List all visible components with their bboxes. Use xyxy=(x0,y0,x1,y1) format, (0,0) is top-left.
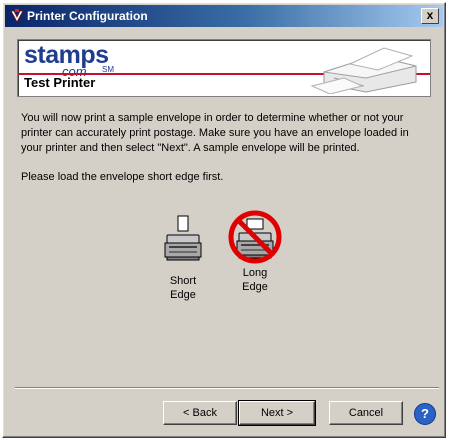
instructions-paragraph: You will now print a sample envelope in … xyxy=(21,112,409,154)
short-edge-option: Short Edge xyxy=(153,213,213,302)
page-title: Test Printer xyxy=(24,75,96,90)
stamps-com-logo: stamps com SM xyxy=(24,43,114,80)
printer-illustration xyxy=(310,47,417,94)
next-button[interactable]: Next > xyxy=(238,400,316,426)
title-bar[interactable]: Printer Configuration x xyxy=(5,5,443,27)
long-edge-option: Long Edge xyxy=(225,210,285,294)
stamps-app-icon xyxy=(10,9,24,23)
load-instruction-text: Please load the envelope short edge firs… xyxy=(21,171,224,183)
cancel-button[interactable]: Cancel xyxy=(329,401,403,425)
short-edge-label: Short Edge xyxy=(153,274,213,302)
long-edge-label: Long Edge xyxy=(225,266,285,294)
long-edge-label-line1: Long xyxy=(242,267,268,279)
instructions-text: You will now print a sample envelope in … xyxy=(21,111,421,156)
button-separator xyxy=(15,387,439,389)
header-banner: stamps com SM Test Printer xyxy=(17,39,431,97)
short-edge-printer-icon xyxy=(164,215,202,261)
help-icon[interactable]: ? xyxy=(414,403,436,425)
printer-configuration-dialog: Printer Configuration x stamps com SM Te… xyxy=(2,2,446,438)
window-title: Printer Configuration xyxy=(27,9,148,23)
short-edge-label-line2: Edge xyxy=(170,289,196,301)
back-button[interactable]: < Back xyxy=(163,401,237,425)
close-button[interactable]: x xyxy=(421,8,439,24)
short-edge-label-line1: Short xyxy=(169,275,197,287)
long-edge-label-line2: Edge xyxy=(242,281,268,293)
long-edge-printer-prohibited-icon xyxy=(228,210,282,264)
